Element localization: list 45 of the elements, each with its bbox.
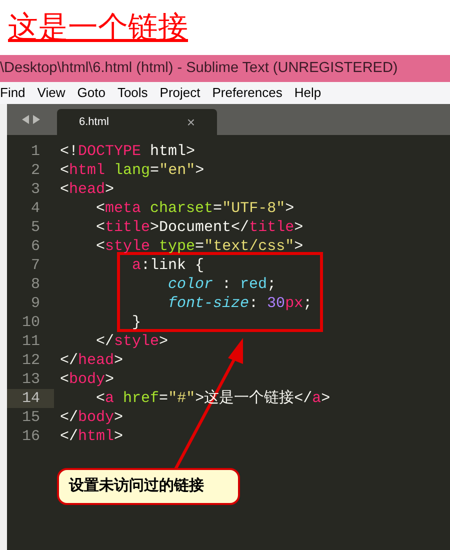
line-number: 4 xyxy=(30,199,41,218)
code-line: <head> xyxy=(59,180,114,199)
menu-item[interactable]: Goto xyxy=(77,83,106,103)
editor-tab[interactable]: 6.html × xyxy=(57,109,217,135)
callout: 设置未访问过的链接 xyxy=(57,468,240,505)
code-line: font-size: 30px; xyxy=(167,294,312,313)
line-number: 6 xyxy=(30,237,41,256)
left-arrow-icon[interactable] xyxy=(22,115,29,124)
line-number: 15 xyxy=(20,408,41,427)
menu-item[interactable]: Preferences xyxy=(212,83,282,103)
line-number: 2 xyxy=(30,161,41,180)
line-number: 13 xyxy=(20,370,41,389)
line-number: 12 xyxy=(20,351,41,370)
menu-item[interactable]: Project xyxy=(160,83,200,103)
code-line: <meta charset="UTF-8"> xyxy=(95,199,294,218)
code-line: color : red; xyxy=(167,275,276,294)
line-number: 10 xyxy=(20,313,41,332)
right-arrow-icon[interactable] xyxy=(33,115,40,124)
line-number: 14 xyxy=(7,389,54,408)
line-number: 11 xyxy=(20,332,41,351)
menu-item[interactable]: Find xyxy=(0,83,26,103)
code-line: } xyxy=(131,313,142,332)
code-line: </html> xyxy=(59,427,124,446)
line-number: 9 xyxy=(30,294,41,313)
close-icon[interactable]: × xyxy=(186,115,195,129)
line-number: 7 xyxy=(30,256,41,275)
code-line: <title>Document</title> xyxy=(95,218,304,237)
code-line: <style type="text/css"> xyxy=(95,237,304,256)
code-line: </head> xyxy=(59,351,124,370)
menu-item[interactable]: Tools xyxy=(117,83,148,103)
code-line: </style> xyxy=(95,332,168,351)
code-line: <!DOCTYPE html> xyxy=(59,142,196,161)
code-line: </body> xyxy=(59,408,124,427)
code-line: <html lang="en"> xyxy=(59,161,204,180)
line-number: 3 xyxy=(30,180,41,199)
menu-item[interactable]: View xyxy=(37,83,66,103)
code-line: a:link { xyxy=(131,256,204,275)
menu-item[interactable]: Help xyxy=(294,83,322,103)
line-number: 1 xyxy=(30,142,41,161)
page-link[interactable]: 这是一个链接 xyxy=(8,12,188,42)
code-line: <body> xyxy=(59,370,114,389)
line-number: 8 xyxy=(30,275,41,294)
line-number: 16 xyxy=(20,427,41,446)
line-number: 5 xyxy=(30,218,41,237)
window-title: \Desktop\html\6.html (html) - Sublime Text (UNREGISTERED) xyxy=(0,58,398,78)
